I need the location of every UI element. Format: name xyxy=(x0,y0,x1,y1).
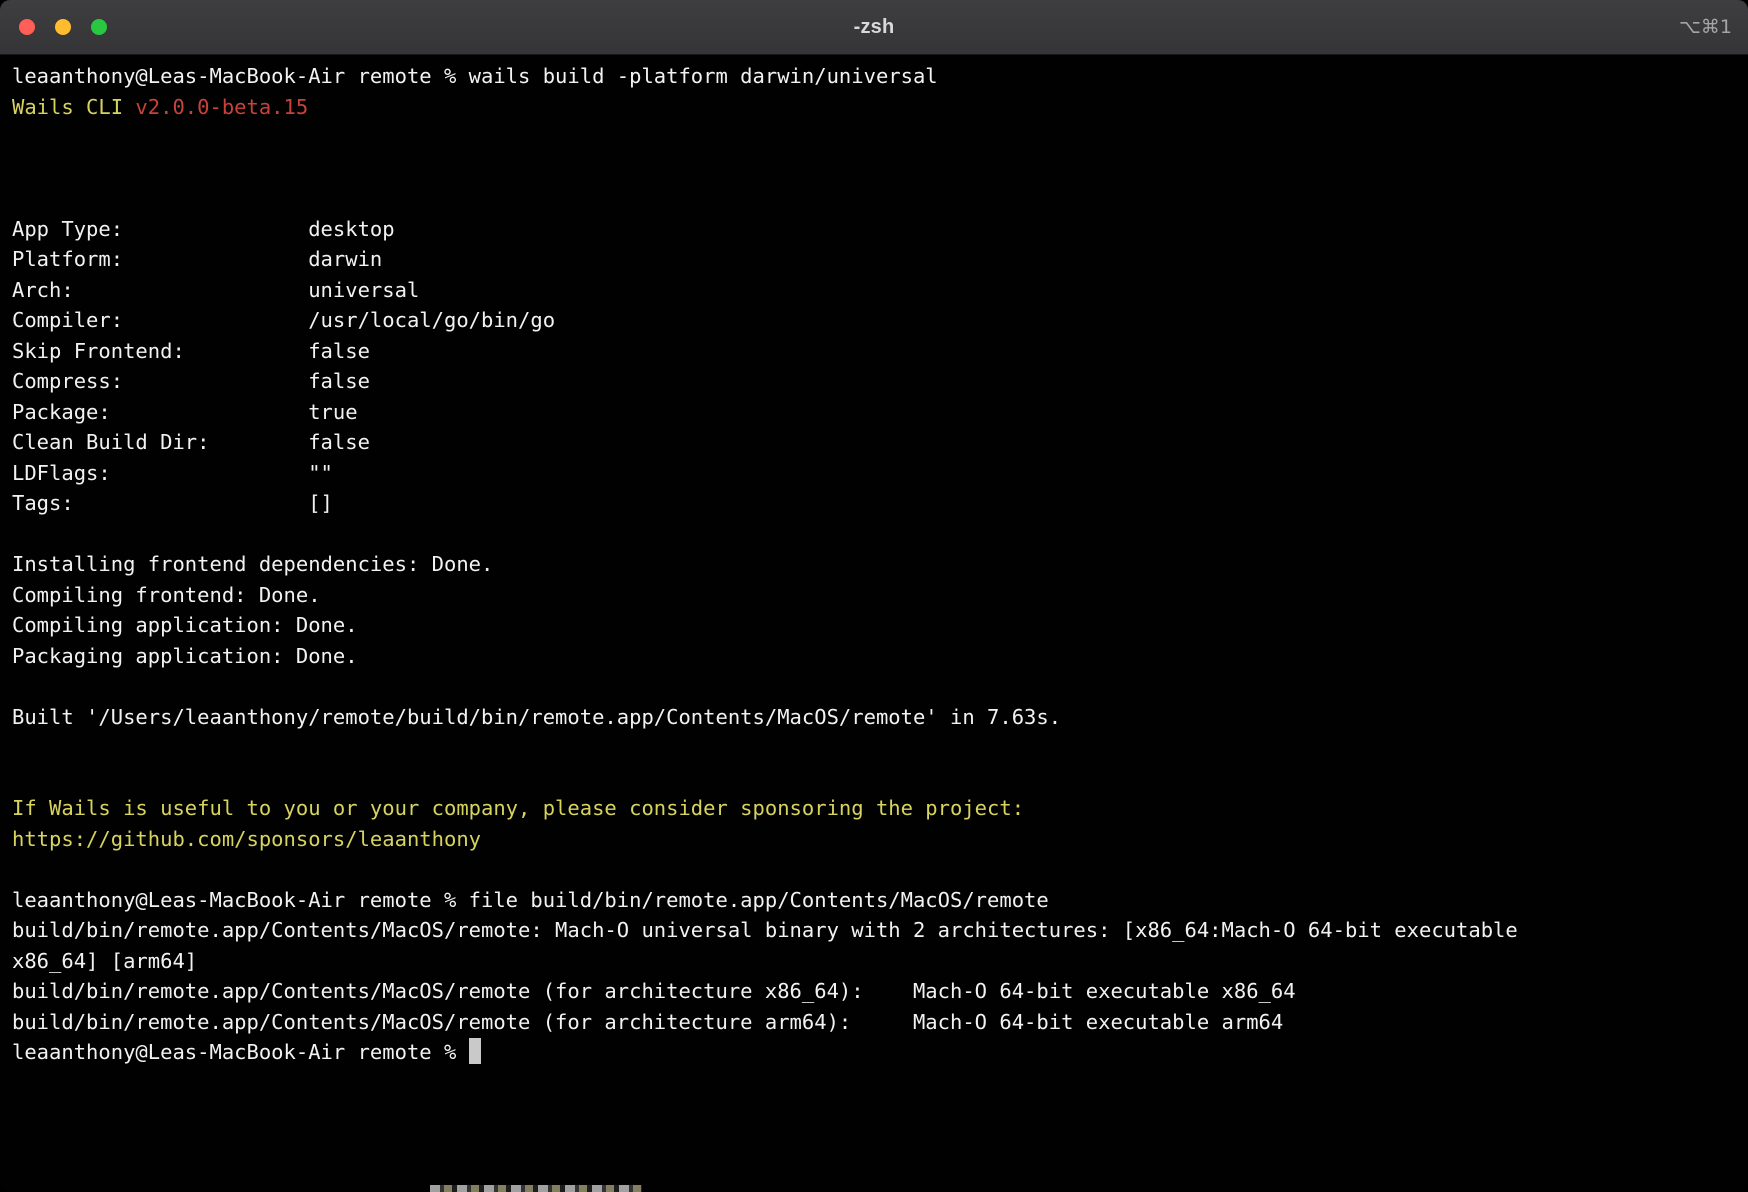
terminal-line: Compress: false xyxy=(12,366,1736,397)
terminal-line: Clean Build Dir: false xyxy=(12,427,1736,458)
terminal-text-segment: Tags: [] xyxy=(12,491,333,515)
terminal-text-segment: LDFlags: "" xyxy=(12,461,333,485)
terminal-text-segment: Clean Build Dir: false xyxy=(12,430,370,454)
terminal-text-segment: v2.0.0-beta.15 xyxy=(135,95,308,119)
terminal-line: LDFlags: "" xyxy=(12,458,1736,489)
terminal-text-segment: build/bin/remote.app/Contents/MacOS/remo… xyxy=(12,979,1296,1003)
terminal-line: Compiler: /usr/local/go/bin/go xyxy=(12,305,1736,336)
terminal-window: -zsh ⌥⌘1 leaanthony@Leas-MacBook-Air rem… xyxy=(0,0,1748,1192)
terminal-text-segment: https://github.com/sponsors/leaanthony xyxy=(12,827,481,851)
terminal-line xyxy=(12,183,1736,214)
terminal-text-segment: leaanthony@Leas-MacBook-Air remote % wai… xyxy=(12,64,938,88)
terminal-text-segment: Arch: universal xyxy=(12,278,419,302)
window-titlebar[interactable]: -zsh ⌥⌘1 xyxy=(0,0,1748,55)
terminal-line: Skip Frontend: false xyxy=(12,336,1736,367)
terminal-line xyxy=(12,519,1736,550)
terminal-line: leaanthony@Leas-MacBook-Air remote % xyxy=(12,1037,1736,1068)
terminal-line: Package: true xyxy=(12,397,1736,428)
window-title: -zsh xyxy=(854,16,895,39)
terminal-text-segment: leaanthony@Leas-MacBook-Air remote % xyxy=(12,1040,469,1064)
terminal-text-segment: Compress: false xyxy=(12,369,370,393)
terminal-line: Platform: darwin xyxy=(12,244,1736,275)
terminal-output[interactable]: leaanthony@Leas-MacBook-Air remote % wai… xyxy=(0,55,1748,1068)
terminal-line: Wails CLI v2.0.0-beta.15 xyxy=(12,92,1736,123)
terminal-line: Compiling frontend: Done. xyxy=(12,580,1736,611)
terminal-line: build/bin/remote.app/Contents/MacOS/remo… xyxy=(12,976,1736,1007)
terminal-line: App Type: desktop xyxy=(12,214,1736,245)
terminal-line xyxy=(12,122,1736,153)
terminal-text-segment: leaanthony@Leas-MacBook-Air remote % fil… xyxy=(12,888,1049,912)
terminal-text-segment: x86_64] [arm64] xyxy=(12,949,197,973)
terminal-line: build/bin/remote.app/Contents/MacOS/remo… xyxy=(12,1007,1736,1038)
terminal-line: If Wails is useful to you or your compan… xyxy=(12,793,1736,824)
terminal-text-segment: Compiling application: Done. xyxy=(12,613,358,637)
close-button[interactable] xyxy=(19,19,35,35)
terminal-line xyxy=(12,854,1736,885)
terminal-text-segment: Compiler: /usr/local/go/bin/go xyxy=(12,308,555,332)
terminal-line: Tags: [] xyxy=(12,488,1736,519)
traffic-lights xyxy=(19,0,107,54)
terminal-line xyxy=(12,732,1736,763)
terminal-line: Compiling application: Done. xyxy=(12,610,1736,641)
terminal-text-segment: App Type: desktop xyxy=(12,217,395,241)
terminal-line xyxy=(12,671,1736,702)
terminal-line: build/bin/remote.app/Contents/MacOS/remo… xyxy=(12,915,1736,946)
terminal-text-segment: Installing frontend dependencies: Done. xyxy=(12,552,493,576)
terminal-text-segment: Built '/Users/leaanthony/remote/build/bi… xyxy=(12,705,1061,729)
terminal-line: Arch: universal xyxy=(12,275,1736,306)
terminal-line: leaanthony@Leas-MacBook-Air remote % fil… xyxy=(12,885,1736,916)
terminal-text-segment: If Wails is useful to you or your compan… xyxy=(12,796,1024,820)
terminal-cursor xyxy=(469,1038,481,1064)
terminal-line xyxy=(12,153,1736,184)
clipped-content-artifact xyxy=(430,1185,642,1192)
terminal-line: Packaging application: Done. xyxy=(12,641,1736,672)
terminal-line: Built '/Users/leaanthony/remote/build/bi… xyxy=(12,702,1736,733)
terminal-line: https://github.com/sponsors/leaanthony xyxy=(12,824,1736,855)
zoom-button[interactable] xyxy=(91,19,107,35)
terminal-text-segment: Package: true xyxy=(12,400,358,424)
terminal-text-segment: Skip Frontend: false xyxy=(12,339,370,363)
minimize-button[interactable] xyxy=(55,19,71,35)
terminal-line: Installing frontend dependencies: Done. xyxy=(12,549,1736,580)
terminal-line: leaanthony@Leas-MacBook-Air remote % wai… xyxy=(12,61,1736,92)
terminal-text-segment: build/bin/remote.app/Contents/MacOS/remo… xyxy=(12,1010,1283,1034)
terminal-line xyxy=(12,763,1736,794)
terminal-text-segment: Wails CLI xyxy=(12,95,135,119)
terminal-text-segment: Compiling frontend: Done. xyxy=(12,583,321,607)
terminal-text-segment: Packaging application: Done. xyxy=(12,644,358,668)
keyboard-shortcut-hint: ⌥⌘1 xyxy=(1679,0,1732,54)
terminal-text-segment: build/bin/remote.app/Contents/MacOS/remo… xyxy=(12,918,1518,942)
terminal-text-segment: Platform: darwin xyxy=(12,247,382,271)
terminal-line: x86_64] [arm64] xyxy=(12,946,1736,977)
